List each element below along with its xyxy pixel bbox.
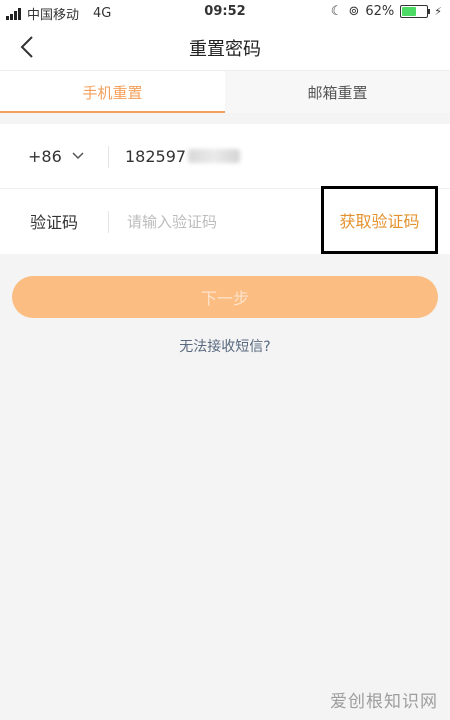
status-bar: 中国移动 4G 09:52 ☾ ⊚ 62% ⚡ bbox=[0, 0, 450, 24]
rotation-lock-icon: ⊚ bbox=[348, 4, 360, 19]
battery-fill bbox=[402, 7, 416, 16]
tab-email-reset[interactable]: 邮箱重置 bbox=[225, 71, 450, 113]
tab-active-indicator bbox=[0, 111, 225, 113]
reset-method-tabs: 手机重置 邮箱重置 bbox=[0, 70, 450, 113]
battery-icon bbox=[400, 5, 431, 18]
tab-email-reset-label: 邮箱重置 bbox=[307, 83, 368, 102]
cannot-receive-sms-link[interactable]: 无法接收短信? bbox=[0, 336, 450, 356]
country-code-value: +86 bbox=[28, 146, 62, 166]
code-row: 验证码 获取验证码 bbox=[0, 186, 450, 254]
chevron-down-icon bbox=[72, 152, 84, 160]
phone-number-redaction bbox=[188, 149, 241, 163]
country-code-selector[interactable]: +86 bbox=[28, 124, 84, 188]
get-code-button[interactable]: 获取验证码 bbox=[321, 186, 438, 254]
charging-icon: ⚡ bbox=[434, 5, 442, 18]
tab-phone-reset[interactable]: 手机重置 bbox=[0, 71, 225, 113]
row-divider bbox=[108, 146, 109, 168]
verification-code-input[interactable] bbox=[125, 207, 309, 237]
battery-percent: 62% bbox=[365, 4, 395, 19]
watermark: 爱创根知识网 bbox=[330, 692, 438, 712]
phone-number-value: 182597 bbox=[125, 146, 187, 166]
code-label: 验证码 bbox=[30, 213, 79, 232]
moon-icon: ☾ bbox=[330, 4, 343, 19]
status-right: ☾ ⊚ 62% ⚡ bbox=[331, 4, 442, 19]
nav-bar: 重置密码 bbox=[0, 24, 450, 70]
tab-phone-reset-label: 手机重置 bbox=[82, 83, 143, 102]
next-button[interactable]: 下一步 bbox=[12, 276, 438, 318]
phone-row: +86 182597 bbox=[0, 124, 450, 189]
phone-number-field[interactable]: 182597 bbox=[125, 124, 241, 188]
page-title: 重置密码 bbox=[189, 39, 261, 60]
row-divider bbox=[108, 211, 109, 233]
reset-form: +86 182597 验证码 获取验证码 bbox=[0, 124, 450, 254]
